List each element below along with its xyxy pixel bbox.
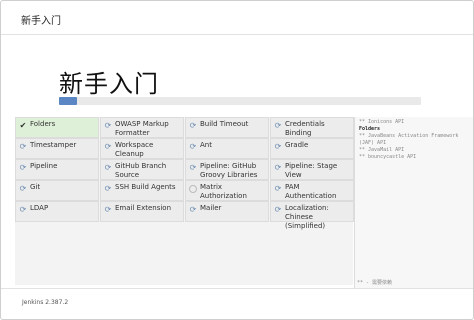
plugin-label: Git xyxy=(30,183,41,191)
plugin-item: ⟳ SSH Build Agents xyxy=(100,180,184,201)
log-line: ** JavaMail API xyxy=(359,147,405,153)
install-progress-fill xyxy=(59,97,78,105)
plugin-item: ⟳ OWASP Markup Formatter xyxy=(100,117,184,138)
log-line: ** bouncycastle API xyxy=(359,154,417,160)
plugin-label: GitHub Branch Source xyxy=(115,162,167,179)
footer-divider xyxy=(1,288,473,289)
refresh-icon: ⟳ xyxy=(274,184,282,193)
refresh-icon: ⟳ xyxy=(104,205,112,214)
jenkins-version: Jenkins 2.387.2 xyxy=(22,299,69,306)
plugin-label: Pipeline xyxy=(30,162,58,170)
log-line: ** JavaBeans Activation Framework (JAF) … xyxy=(359,133,459,146)
plugin-item: ⟳ Gradle xyxy=(270,138,354,159)
plugin-item: ⟳ Mailer xyxy=(185,201,269,222)
install-progress-bar xyxy=(59,97,421,105)
plugin-item: ⟳ GitHub Branch Source xyxy=(100,159,184,180)
plugin-label: Email Extension xyxy=(115,204,172,212)
plugin-label: OWASP Markup Formatter xyxy=(115,120,169,137)
plugin-label: Gradle xyxy=(285,141,309,149)
plugin-item: Matrix Authorization Strategy xyxy=(185,180,269,209)
plugin-item: ⟳ Build Timeout xyxy=(185,117,269,138)
plugin-item: ⟳ PAM Authentication xyxy=(270,180,354,201)
refresh-icon: ⟳ xyxy=(274,163,282,172)
plugin-item: ⟳ LDAP xyxy=(15,201,99,222)
plugin-label: LDAP xyxy=(30,204,49,212)
plugin-item: ⟳ Email Extension xyxy=(100,201,184,222)
plugin-item: ⟳ Ant xyxy=(185,138,269,159)
plugin-label: Mailer xyxy=(200,204,222,212)
refresh-icon: ⟳ xyxy=(274,142,282,151)
refresh-icon: ⟳ xyxy=(189,205,197,214)
refresh-icon: ⟳ xyxy=(104,184,112,193)
plugin-label: Build Timeout xyxy=(200,120,249,128)
refresh-icon: ⟳ xyxy=(19,163,27,172)
setup-wizard-window: 新手入门 新手入门 ✔ Folders ⟳ OWASP Markup Formatte… xyxy=(0,0,474,320)
plugin-grid: ✔ Folders ⟳ OWASP Markup Formatter ⟳ Build Ti… xyxy=(15,117,354,285)
plugin-item: ⟳ Pipeline xyxy=(15,159,99,180)
circle-icon xyxy=(189,185,197,193)
plugin-item: ⟳ Workspace Cleanup xyxy=(100,138,184,159)
refresh-icon: ⟳ xyxy=(274,205,282,214)
refresh-icon: ⟳ xyxy=(19,205,27,214)
plugin-item: ⟳ Pipeline: GitHub Groovy Libraries xyxy=(185,159,269,180)
refresh-icon: ⟳ xyxy=(104,142,112,151)
plugin-label: Folders xyxy=(30,120,56,128)
check-icon: ✔ xyxy=(19,121,27,130)
install-log: ** Ionicons API Folders ** JavaBeans Act… xyxy=(354,117,473,288)
plugin-item: ✔ Folders xyxy=(15,117,99,138)
refresh-icon: ⟳ xyxy=(104,163,112,172)
refresh-icon: ⟳ xyxy=(104,121,112,130)
window-title: 新手入门 xyxy=(21,16,61,27)
log-line: Folders xyxy=(359,126,381,132)
refresh-icon: ⟳ xyxy=(189,142,197,151)
log-footer-legend: ** - 需要依赖 xyxy=(357,280,393,286)
refresh-icon: ⟳ xyxy=(189,163,197,172)
plugin-label: Workspace Cleanup xyxy=(115,141,154,158)
plugin-label: PAM Authentication xyxy=(285,183,337,200)
plugin-label: Pipeline: Stage View xyxy=(285,162,338,179)
plugin-item: ⟳ Timestamper xyxy=(15,138,99,159)
refresh-icon: ⟳ xyxy=(189,121,197,130)
refresh-icon: ⟳ xyxy=(274,121,282,130)
plugin-label: Timestamper xyxy=(30,141,77,149)
plugin-label: SSH Build Agents xyxy=(115,183,176,191)
plugin-item: ⟳ Localization: Chinese (Simplified) xyxy=(270,201,354,230)
plugin-label: Pipeline: GitHub Groovy Libraries xyxy=(200,162,258,179)
plugin-item: ⟳ Git xyxy=(15,180,99,201)
plugin-item: ⟳ Pipeline: Stage View xyxy=(270,159,354,180)
plugin-label: Credentials Binding xyxy=(285,120,325,137)
page-title: 新手入门 xyxy=(59,70,159,98)
plugin-item: ⟳ Credentials Binding xyxy=(270,117,354,138)
plugin-label: Localization: Chinese (Simplified) xyxy=(285,204,329,230)
refresh-icon: ⟳ xyxy=(19,142,27,151)
refresh-icon: ⟳ xyxy=(19,184,27,193)
log-line: ** Ionicons API xyxy=(359,119,405,125)
plugin-label: Ant xyxy=(200,141,212,149)
